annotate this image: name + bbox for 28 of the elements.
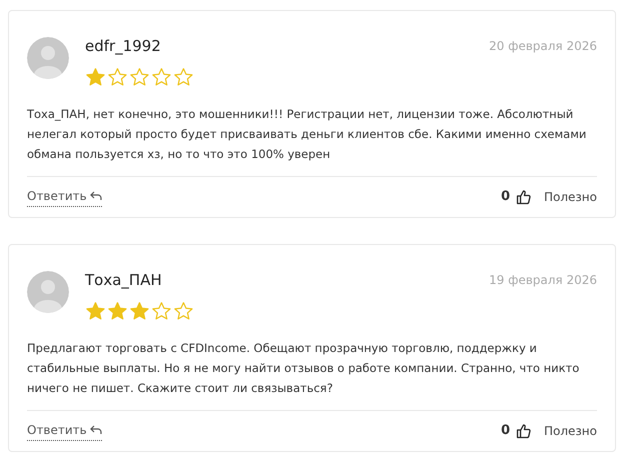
star-icon [151,300,172,322]
reply-arrow-icon [90,424,102,434]
like-count: 0 [500,422,510,440]
reply-link[interactable]: Ответить [27,186,102,206]
useful-label: Полезно [544,188,597,206]
avatar-icon [27,271,69,313]
useful-label: Полезно [544,422,597,440]
review-text: Предлагают торговать с CFDIncome. Обещают прозрачную торговлю, поддержку и стабильные выплаты. Но я не могу найти отзывов о работе компании. Странно, что никто ничего не пишет. Скажите стоит ли связываться? [27,340,580,396]
review-date: 19 февраля 2026 [488,272,597,290]
thumbs-up-icon[interactable] [516,422,532,438]
star-icon [173,66,194,88]
star-icon [173,300,194,322]
like-count: 0 [500,188,510,206]
author-name: edfr_1992 [85,36,161,57]
author-name: Тоха_ПАН [85,270,162,291]
star-icon [151,66,172,88]
star-icon [129,300,150,322]
review-date: 20 февраля 2026 [488,38,597,56]
thumbs-up-icon[interactable] [516,188,532,204]
star-icon [107,66,128,88]
star-icon [129,66,150,88]
reply-arrow-icon [90,190,102,200]
review-text: Тоха_ПАН, нет конечно, это мошенники!!! Регистрации нет, лицензии тоже. Абсолютный нелегал который просто будет присваивать деньги клиентов сбе. Какими именно схемами обмана пользуется хз, но то что это 100% уверен [27,106,588,162]
reply-link[interactable]: Ответить [27,420,102,440]
avatar-icon [27,37,69,79]
star-icon [85,66,106,88]
star-icon [85,300,106,322]
star-icon [107,300,128,322]
